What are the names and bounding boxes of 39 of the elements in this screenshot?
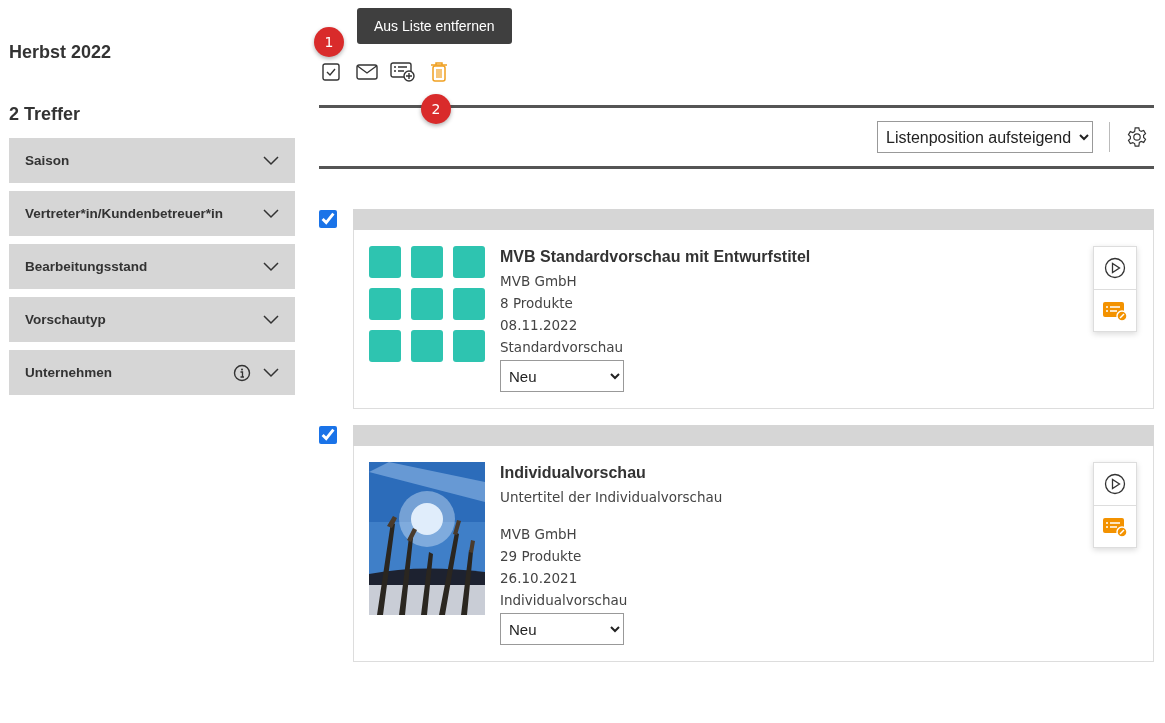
filter-accordion[interactable]: Unternehmen [9, 350, 295, 395]
card-detail: 29 Produkte [500, 547, 583, 566]
card-detail: Individualvorschau [500, 591, 629, 610]
card-subtitle: Untertitel der Individualvorschau [500, 488, 723, 507]
card-title: MVB Standardvorschau mit Entwurfstitel [500, 247, 811, 267]
card-detail: MVB GmbH [500, 272, 578, 291]
status-select[interactable]: Neu [500, 613, 624, 645]
sort-select[interactable]: Listenposition aufsteigend [877, 121, 1093, 153]
chevron-icon [263, 367, 279, 378]
info-icon[interactable] [233, 363, 251, 382]
list-title: Herbst 2022 [9, 42, 113, 64]
chevron-icon [263, 208, 279, 219]
tooltip: Aus Liste entfernen [357, 8, 512, 44]
card-detail: Standardvorschau [500, 338, 625, 357]
card-checkbox[interactable] [319, 210, 337, 228]
card-checkbox[interactable] [319, 426, 337, 444]
card-title: Individualvorschau [500, 463, 647, 483]
play-icon [1104, 473, 1126, 495]
card-detail: MVB GmbH [500, 525, 578, 544]
filter-accordion[interactable]: Vorschautyp [9, 297, 295, 342]
step-badge: 2 [421, 94, 451, 124]
list-edit-icon [1102, 299, 1128, 322]
filter-accordion[interactable]: Vertreter*in/Kundenbetreuer*in [9, 191, 295, 236]
card-detail: 26.10.2021 [500, 569, 579, 588]
chevron-icon [263, 155, 279, 166]
filter-accordion[interactable]: Saison [9, 138, 295, 183]
step-badge: 1 [314, 27, 344, 57]
hit-count: 2 Treffer [9, 104, 82, 126]
chevron-icon [263, 314, 279, 325]
chevron-icon [263, 261, 279, 272]
card-detail: 08.11.2022 [500, 316, 579, 335]
play-button[interactable] [1094, 247, 1136, 289]
filter-accordion[interactable]: Bearbeitungsstand [9, 244, 295, 289]
status-select[interactable]: Neu [500, 360, 624, 392]
list-edit-icon [1102, 515, 1128, 538]
play-button[interactable] [1094, 463, 1136, 505]
settings-icon[interactable] [1126, 126, 1148, 148]
play-icon [1104, 257, 1126, 279]
card-detail: 8 Produkte [500, 294, 574, 313]
